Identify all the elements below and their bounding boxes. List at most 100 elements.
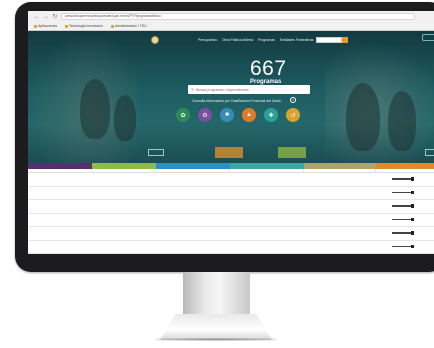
table-cell [304,227,376,240]
nav-link-entidades[interactable]: Entidades Federativas [280,38,314,42]
category-hint: Consulta información por Clasificación F… [192,99,281,103]
program-link[interactable] [156,240,230,253]
table-cell [304,213,376,226]
table-cell [230,227,304,240]
category-icon-economico[interactable]: ■ [220,108,234,122]
hero-person-silhouette [80,79,110,139]
category-icon-otros[interactable]: ↺ [286,108,300,122]
program-search-input[interactable] [195,87,306,92]
mini-chart-icon [392,231,414,235]
view-tab-green[interactable] [278,147,306,158]
stand-shadow [156,338,276,341]
table-row[interactable] [28,186,434,200]
search-icon: ⚲ [191,87,194,92]
mini-chart-icon [392,177,414,181]
table-cell [376,186,434,199]
top-navigation: Presupuesto Obra Pública Abierta Program… [28,34,434,44]
table-cell [376,227,434,240]
table-cell [230,186,304,199]
category-icon-economia[interactable]: ▲ [242,108,256,122]
mini-chart-icon [392,217,414,221]
hero-person-silhouette [388,91,416,151]
category-icon-desarrollo-social[interactable]: ✿ [176,108,190,122]
program-link[interactable] [156,213,230,226]
program-link[interactable] [156,200,230,213]
bookmark-item[interactable]: Aplicaciones [34,24,57,28]
hero-banner: Presupuesto Obra Pública Abierta Program… [28,31,434,163]
table-cell [304,240,376,253]
mini-chart-icon [392,190,414,194]
table-cell [92,227,156,240]
table-cell [376,200,434,213]
back-arrow-icon[interactable]: ← [34,14,40,20]
nav-search-button[interactable] [342,37,348,43]
table-cell [28,240,92,253]
table-cell [92,186,156,199]
program-link[interactable] [156,173,230,186]
browser-screen: ← → ↻ www.transparenciapresupuestaria.go… [28,11,434,254]
program-count: 667 [250,57,287,80]
forward-arrow-icon[interactable]: → [43,14,49,20]
hero-right-button[interactable] [425,149,434,156]
table-cell [230,213,304,226]
table-cell [304,173,376,186]
address-bar[interactable]: www.transparenciapresupuestaria.gob.mx/e… [61,13,415,20]
table-cell [376,173,434,186]
table-cell [92,213,156,226]
monitor-stand-base [160,314,272,340]
bookmark-item[interactable]: Administración / TEU [110,24,147,28]
table-cell [92,173,156,186]
program-link[interactable] [156,227,230,240]
table-cell [304,186,376,199]
table-cell [230,240,304,253]
table-row[interactable] [28,227,434,241]
bookmark-label: Aplicaciones [38,24,58,28]
nav-link-presupuesto[interactable]: Presupuesto [198,38,217,42]
table-cell [28,227,92,240]
programs-table [28,163,434,254]
bookmark-label: Administración / TEU [114,24,147,28]
corner-menu-button[interactable] [422,34,434,41]
nav-link-obra-publica[interactable]: Obra Pública Abierta [222,38,253,42]
table-cell [304,200,376,213]
government-seal-icon[interactable] [151,36,159,44]
table-cell [28,213,92,226]
bookmark-item[interactable]: Tecnología Innovación [65,24,103,28]
bookmark-icon [34,24,37,28]
program-link[interactable] [156,186,230,199]
bookmark-icon [65,24,69,28]
reload-icon[interactable]: ↻ [52,14,58,20]
monitor-stand-neck [183,272,250,316]
browser-chrome: ← → ↻ www.transparenciapresupuestaria.go… [28,11,434,31]
table-cell [376,240,434,253]
hero-person-silhouette [346,83,380,151]
table-cell [92,240,156,253]
table-row[interactable] [28,173,434,187]
mini-chart-icon [392,244,414,248]
nav-search-input[interactable] [316,37,342,43]
table-cell [28,200,92,213]
hero-left-button[interactable] [148,149,164,156]
info-icon[interactable]: ? [290,97,296,103]
hero-person-silhouette [114,95,136,141]
table-cell [28,186,92,199]
table-row[interactable] [28,213,434,227]
table-cell [230,173,304,186]
table-cell [28,173,92,186]
program-search-bar[interactable]: ⚲ [188,85,310,94]
category-icon-gobierno[interactable]: ⚙ [198,108,212,122]
category-icon-salud[interactable]: ✚ [264,108,278,122]
monitor-bezel: ← → ↻ www.transparenciapresupuestaria.go… [15,2,434,272]
bookmarks-bar: Aplicaciones Tecnología Innovación Admin… [28,22,434,30]
table-cell [230,200,304,213]
hero-photo-right [325,41,434,163]
nav-link-programas[interactable]: Programas [258,38,275,42]
browser-toolbar: ← → ↻ www.transparenciapresupuestaria.go… [28,11,434,22]
table-row[interactable] [28,200,434,214]
view-tab-orange[interactable] [215,147,243,158]
category-icons: ✿ ⚙ ■ ▲ ✚ ↺ [176,108,300,122]
table-cell [376,213,434,226]
table-row[interactable] [28,240,434,254]
table-cell [92,200,156,213]
bookmark-label: Tecnología Innovación [69,24,103,28]
